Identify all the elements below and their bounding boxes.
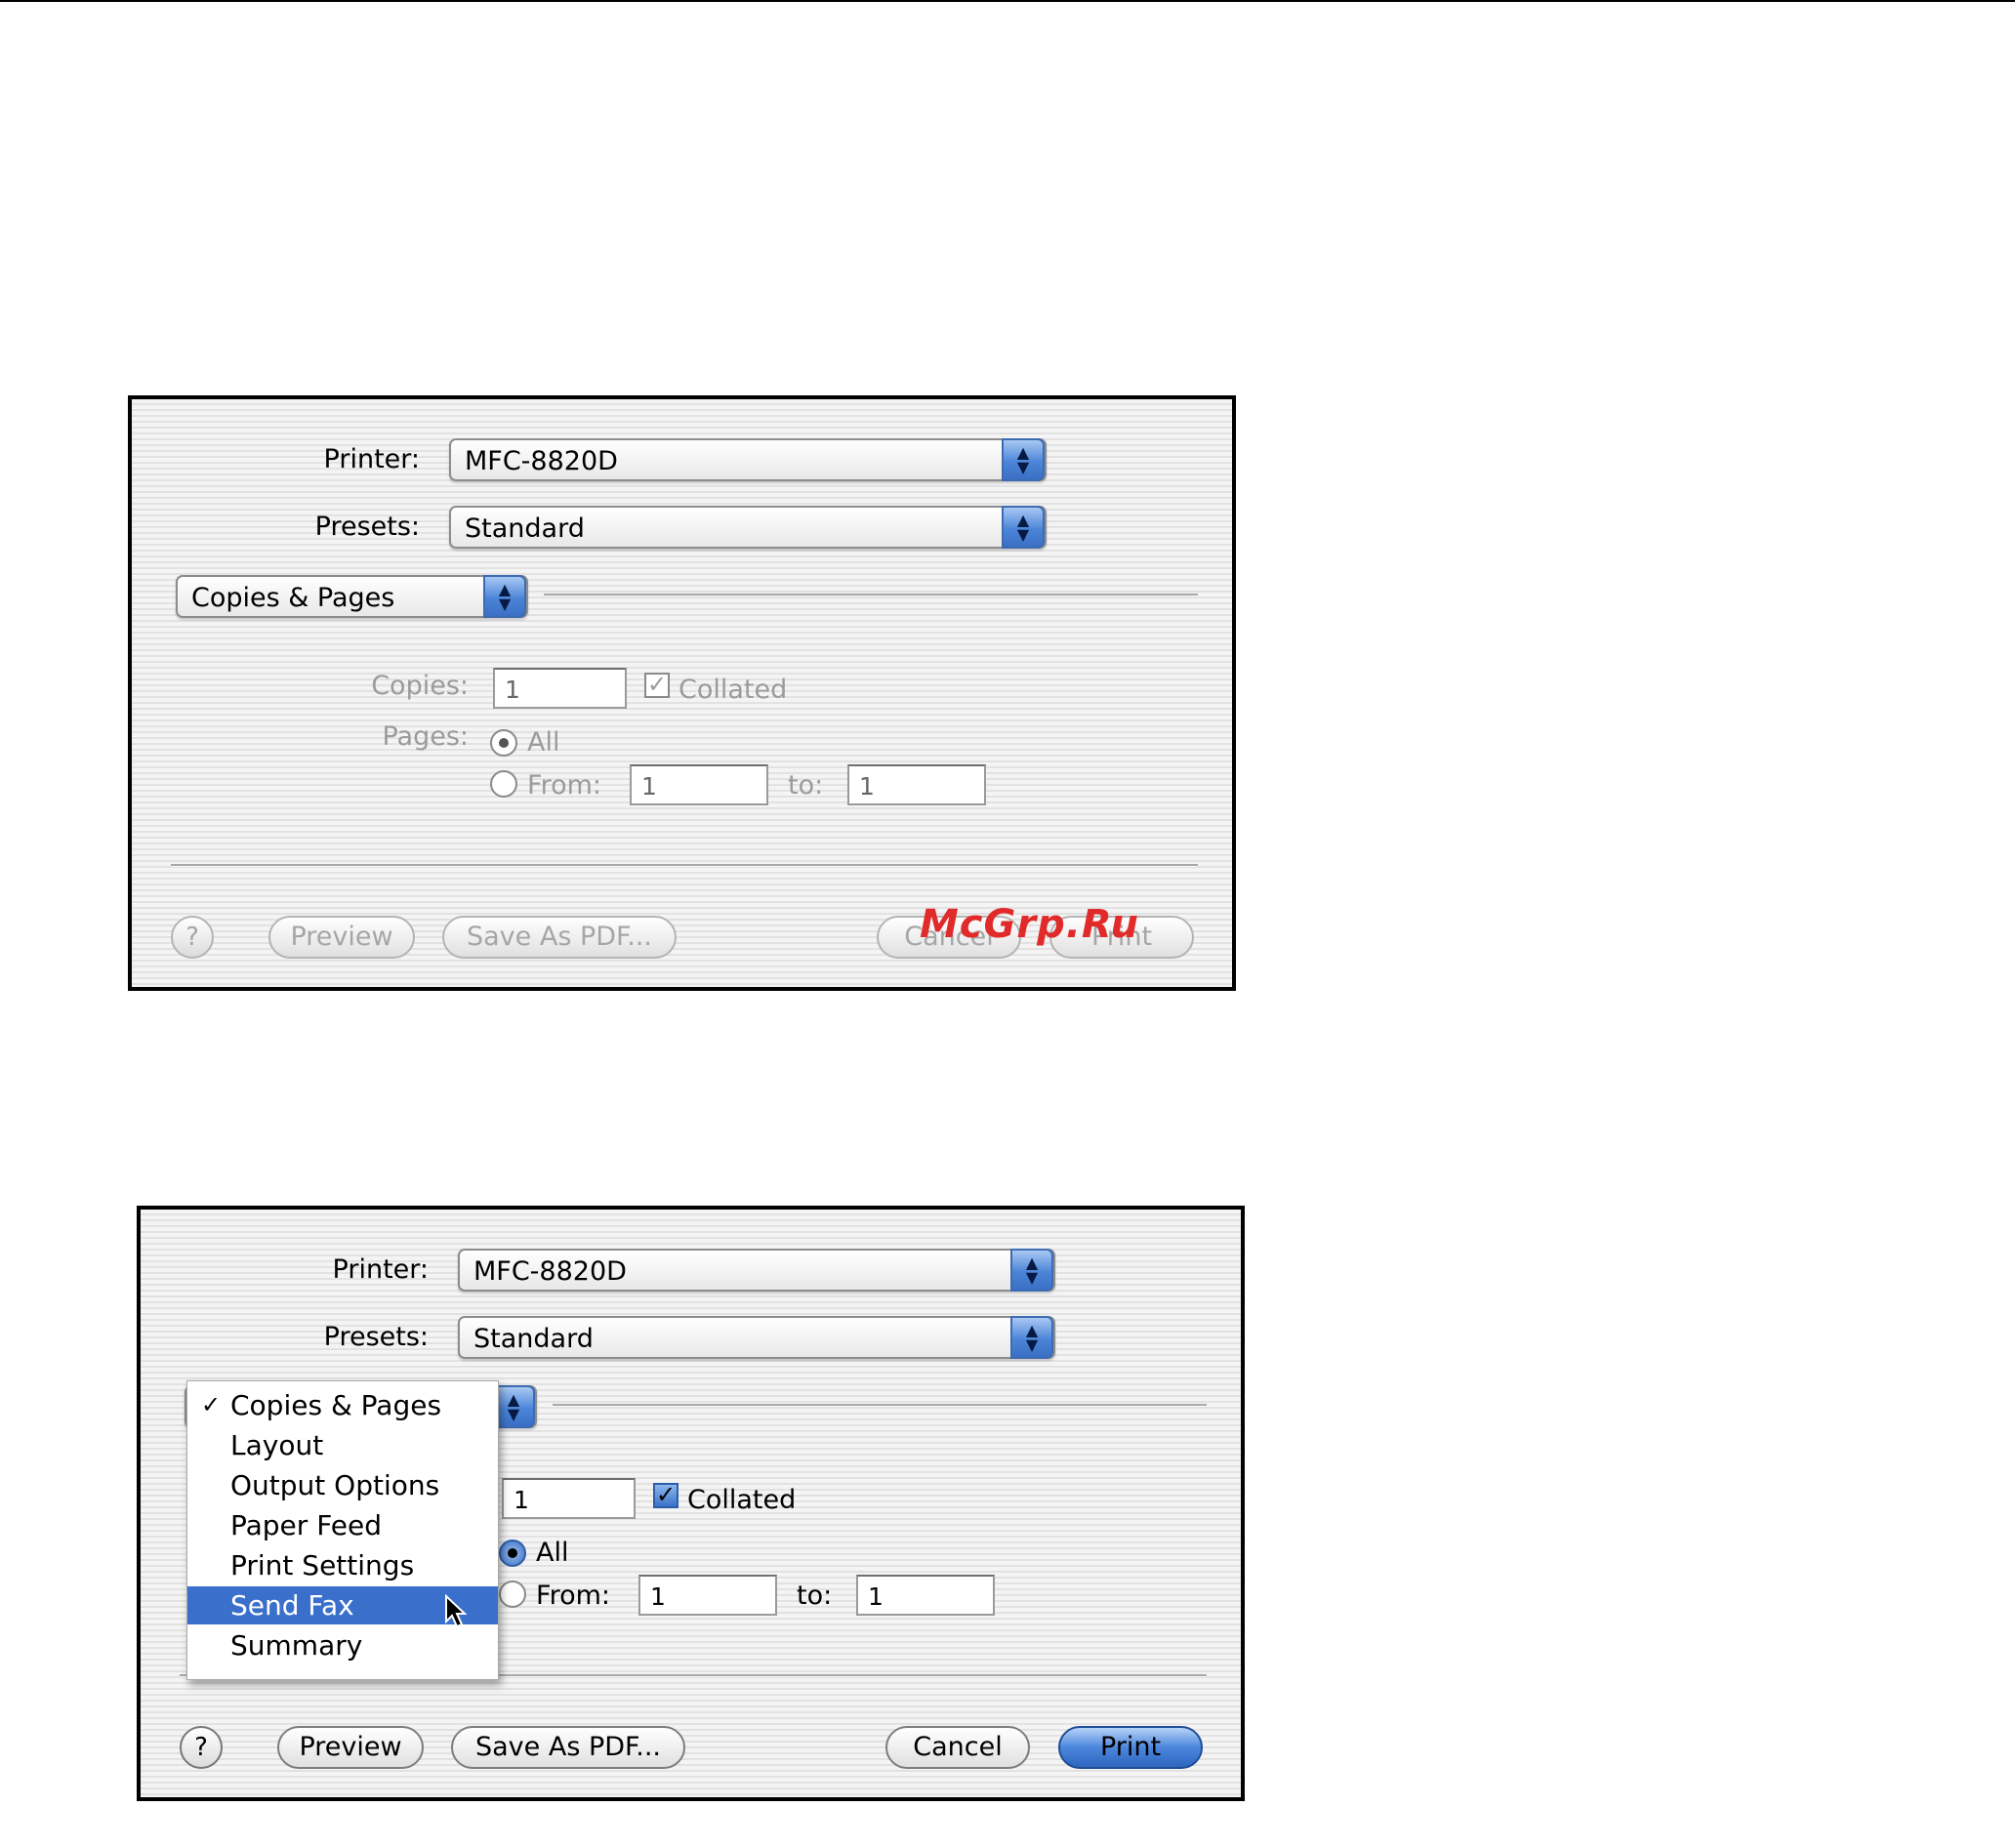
print-dialog-default: Printer: MFC-8820D ▲ ▼ Presets: Standard … bbox=[128, 395, 1236, 991]
pages-from-radio[interactable] bbox=[490, 770, 517, 798]
pages-to-label: to: bbox=[788, 770, 824, 801]
checkmark-icon: ✓ bbox=[655, 1481, 677, 1508]
pages-from-radio[interactable] bbox=[499, 1581, 526, 1608]
pages-to-label: to: bbox=[797, 1581, 833, 1611]
to-field[interactable]: 1 bbox=[856, 1575, 995, 1616]
printer-popup[interactable]: MFC-8820D ▲ ▼ bbox=[449, 438, 1047, 481]
mouse-pointer-icon bbox=[445, 1594, 468, 1628]
save-as-pdf-button[interactable]: Save As PDF... bbox=[451, 1726, 685, 1769]
up-down-arrows-icon: ▲ ▼ bbox=[1010, 1316, 1053, 1359]
printer-label: Printer: bbox=[323, 444, 420, 474]
collated-checkbox[interactable]: ✓ bbox=[653, 1483, 679, 1508]
top-rule bbox=[0, 0, 2015, 2]
question-mark-icon[interactable]: ? bbox=[180, 1726, 223, 1769]
menu-item-output-options[interactable]: Output Options bbox=[187, 1466, 498, 1504]
menu-item-label: Copies & Pages bbox=[230, 1389, 442, 1421]
printer-label: Printer: bbox=[332, 1254, 429, 1285]
up-down-arrows-icon: ▲ ▼ bbox=[483, 575, 526, 618]
copies-field[interactable]: 1 bbox=[502, 1478, 636, 1519]
up-down-arrows-icon: ▲ ▼ bbox=[1002, 438, 1045, 481]
print-dialog-menu-open: Printer: MFC-8820D ▲ ▼ Presets: Standard … bbox=[137, 1206, 1245, 1801]
pages-from-label: From: bbox=[536, 1581, 610, 1611]
presets-popup[interactable]: Standard ▲ ▼ bbox=[449, 506, 1047, 549]
printer-value: MFC-8820D bbox=[473, 1256, 627, 1287]
presets-label: Presets: bbox=[323, 1322, 429, 1352]
menu-item-copies-pages[interactable]: ✓ Copies & Pages bbox=[187, 1386, 498, 1424]
pane-separator bbox=[553, 1404, 1207, 1407]
printer-popup[interactable]: MFC-8820D ▲ ▼ bbox=[458, 1249, 1055, 1292]
pane-separator bbox=[544, 594, 1198, 596]
collated-checkbox[interactable]: ✓ bbox=[644, 673, 670, 698]
preview-button[interactable]: Preview bbox=[277, 1726, 424, 1769]
pane-popup[interactable]: Copies & Pages ▲ ▼ bbox=[176, 575, 528, 618]
checkmark-icon: ✓ bbox=[646, 671, 668, 698]
preview-button[interactable]: Preview bbox=[268, 916, 415, 959]
presets-value: Standard bbox=[465, 513, 585, 544]
up-down-arrows-icon: ▲ ▼ bbox=[1010, 1249, 1053, 1292]
printer-value: MFC-8820D bbox=[465, 446, 618, 476]
pages-label: Pages: bbox=[382, 721, 469, 752]
from-field[interactable]: 1 bbox=[630, 764, 768, 805]
presets-label: Presets: bbox=[314, 512, 420, 542]
menu-item-print-settings[interactable]: Print Settings bbox=[187, 1546, 498, 1584]
pane-menu: ✓ Copies & Pages Layout Output Options P… bbox=[186, 1380, 499, 1680]
question-mark-icon[interactable]: ? bbox=[171, 916, 214, 959]
pages-all-label: All bbox=[536, 1538, 569, 1568]
copies-field[interactable]: 1 bbox=[493, 668, 627, 709]
save-as-pdf-button[interactable]: Save As PDF... bbox=[442, 916, 677, 959]
up-down-arrows-icon: ▲ ▼ bbox=[1002, 506, 1045, 549]
menu-item-summary[interactable]: Summary bbox=[187, 1626, 498, 1664]
pages-all-radio[interactable] bbox=[499, 1540, 526, 1567]
pages-from-label: From: bbox=[527, 770, 601, 801]
radio-dot bbox=[508, 1548, 517, 1558]
pages-all-label: All bbox=[527, 727, 560, 758]
menu-item-layout[interactable]: Layout bbox=[187, 1426, 498, 1464]
from-field[interactable]: 1 bbox=[638, 1575, 777, 1616]
copies-label: Copies: bbox=[371, 671, 469, 701]
print-button[interactable]: Print bbox=[1058, 1726, 1203, 1769]
menu-item-paper-feed[interactable]: Paper Feed bbox=[187, 1506, 498, 1544]
pages-all-radio[interactable] bbox=[490, 729, 517, 757]
watermark-logo: McGrp.Ru bbox=[920, 902, 1139, 947]
collated-label: Collated bbox=[679, 675, 788, 705]
bottom-separator bbox=[171, 864, 1198, 867]
checkmark-icon: ✓ bbox=[201, 1391, 222, 1418]
radio-dot bbox=[499, 738, 509, 748]
to-field[interactable]: 1 bbox=[847, 764, 986, 805]
presets-value: Standard bbox=[473, 1324, 594, 1354]
cancel-button[interactable]: Cancel bbox=[885, 1726, 1030, 1769]
presets-popup[interactable]: Standard ▲ ▼ bbox=[458, 1316, 1055, 1359]
pane-value: Copies & Pages bbox=[191, 583, 395, 613]
collated-label: Collated bbox=[687, 1485, 797, 1515]
